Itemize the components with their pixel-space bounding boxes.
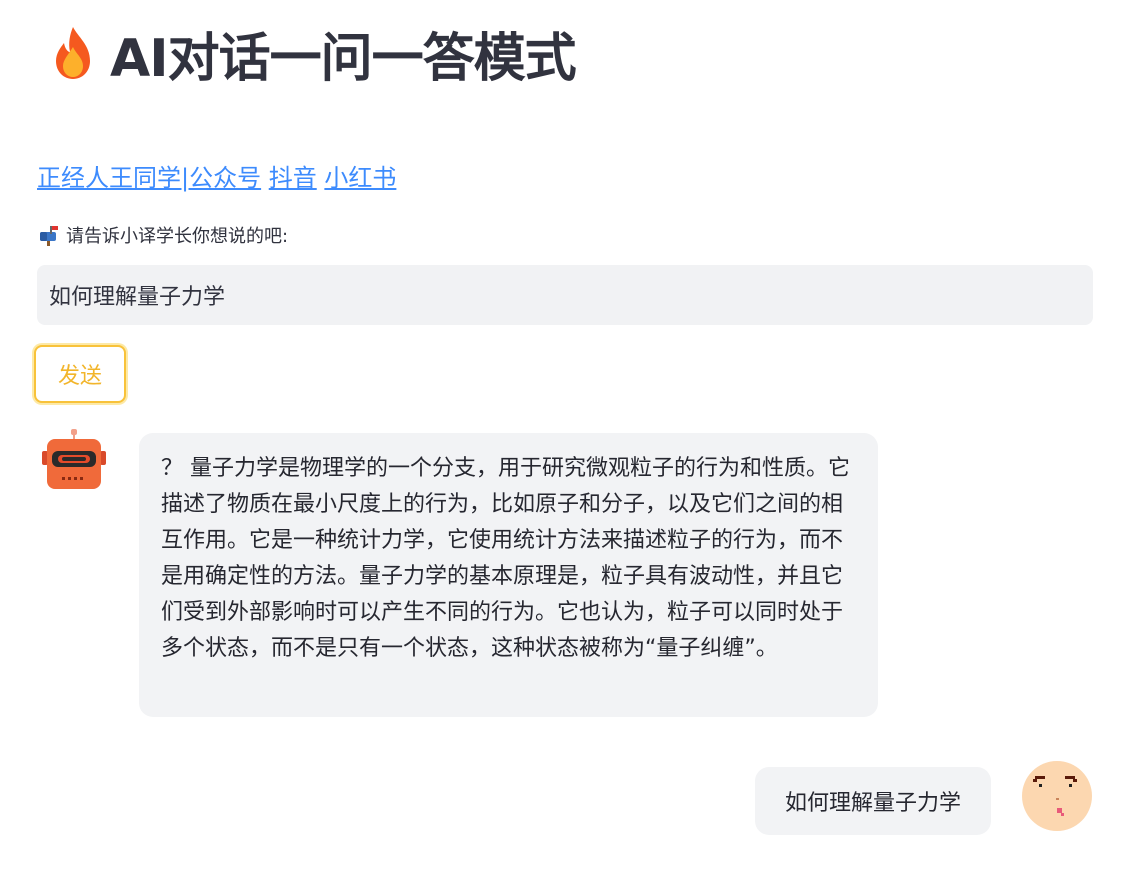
user-message: 如何理解量子力学: [755, 767, 991, 835]
fire-icon: [50, 25, 96, 81]
page: AI对话一问一答模式 正经人王同学|公众号 抖音 小红书 请告诉小译学长你想说的…: [0, 0, 1122, 872]
pixel-face-avatar-icon: [1021, 760, 1093, 832]
link-douyin[interactable]: 抖音: [269, 164, 317, 192]
title-row: AI对话一问一答模式: [50, 18, 577, 89]
message-input[interactable]: [37, 265, 1093, 325]
user-message-text: 如何理解量子力学: [784, 791, 961, 816]
link-wechat[interactable]: 正经人王同学|公众号: [37, 164, 261, 192]
send-button[interactable]: 发送: [34, 345, 126, 403]
prompt-label-text: 请告诉小译学长你想说的吧:: [66, 226, 289, 247]
mailbox-icon: [38, 224, 60, 246]
prompt-label: 请告诉小译学长你想说的吧:: [38, 222, 288, 248]
robot-avatar-icon: [40, 425, 108, 493]
social-links: 正经人王同学|公众号 抖音 小红书: [37, 158, 396, 193]
bot-message-text: ？ 量子力学是物理学的一个分支，用于研究微观粒子的行为和性质。它描述了物质在最小…: [161, 456, 850, 661]
page-title: AI对话一问一答模式: [110, 28, 577, 89]
link-xiaohongshu[interactable]: 小红书: [324, 164, 396, 192]
bot-message: ？ 量子力学是物理学的一个分支，用于研究微观粒子的行为和性质。它描述了物质在最小…: [139, 433, 878, 717]
